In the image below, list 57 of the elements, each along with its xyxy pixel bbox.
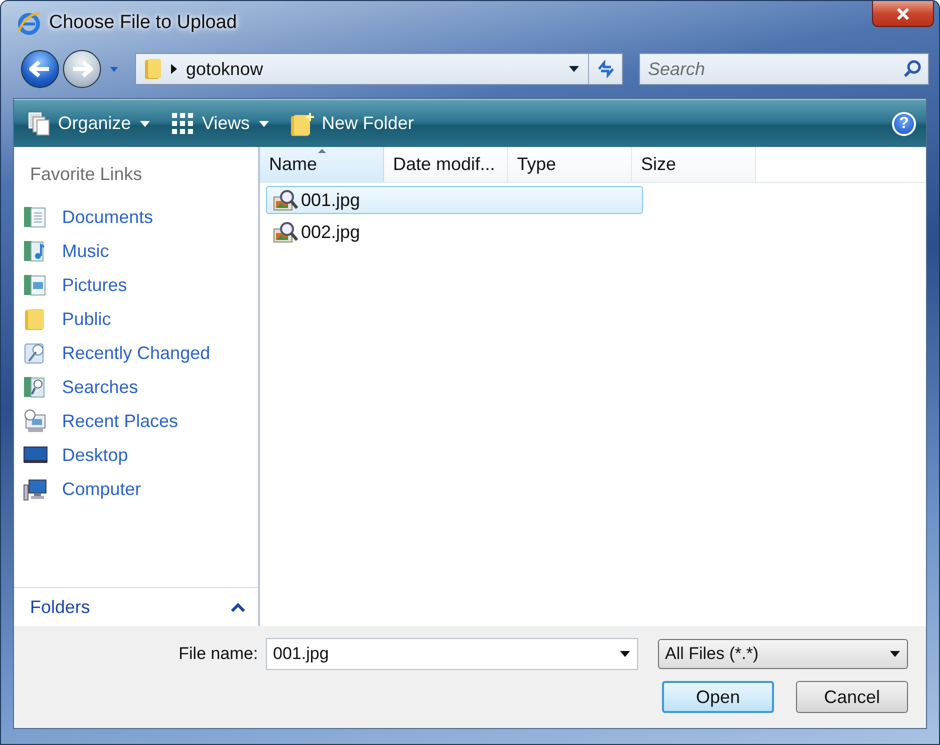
image-file-icon (273, 221, 299, 243)
pages-icon (28, 112, 50, 136)
dialog-button[interactable]: Cancel (796, 681, 908, 713)
favorite-link[interactable]: Desktop (62, 444, 128, 466)
caret-down-icon (889, 650, 901, 658)
caret-down-icon (139, 120, 152, 128)
computer-icon (23, 476, 48, 502)
arrow-right-icon (71, 60, 93, 78)
document-library-icon (23, 204, 48, 230)
file-row[interactable]: 002.jpg (266, 218, 643, 246)
close-button[interactable] (872, 1, 934, 27)
favorite-link[interactable]: Searches (62, 376, 138, 398)
favorite-link[interactable]: Recently Changed (62, 342, 210, 364)
dialog-button[interactable]: Open (662, 681, 774, 713)
favorite-link[interactable]: Public (62, 308, 112, 330)
search-icon (902, 59, 922, 79)
caret-down-icon (568, 65, 580, 73)
toolbar-button[interactable]: New Folder (288, 108, 416, 140)
grid-icon (171, 112, 194, 135)
section-heading: Favorite Links (29, 163, 144, 186)
column-header[interactable]: Size (632, 147, 756, 182)
caret-down-icon (258, 120, 270, 128)
favorite-link[interactable]: Pictures (62, 274, 128, 296)
file-name-field[interactable]: 001.jpg (266, 638, 638, 670)
folders-toggle[interactable]: Folders (30, 596, 90, 618)
address-path: gotoknow (186, 58, 264, 80)
column-header[interactable]: Date modif... (384, 147, 508, 182)
sort-arrow-icon (316, 148, 326, 154)
favorite-link[interactable]: Documents (62, 206, 154, 228)
column-header[interactable]: Type (508, 147, 632, 182)
column-header[interactable]: Name (260, 147, 384, 182)
file-type-dropdown[interactable]: All Files (*.*) (658, 639, 908, 669)
new-folder-icon (290, 112, 314, 136)
caret-down-icon (619, 650, 631, 658)
caret-down-icon (109, 65, 119, 73)
file-name: 001.jpg (301, 190, 360, 210)
file-name: 002.jpg (301, 222, 360, 242)
favorite-link[interactable]: Recent Places (62, 410, 178, 432)
forward-button[interactable] (63, 50, 101, 88)
recent-places-icon (23, 408, 48, 434)
folder-icon (144, 57, 162, 81)
search-field[interactable]: Search (639, 53, 929, 85)
field-label: File name: (178, 644, 258, 664)
favorite-link[interactable]: Computer (62, 478, 142, 500)
toolbar-button[interactable]: Organize (26, 108, 154, 140)
picture-library-icon (23, 272, 48, 298)
toolbar-button[interactable]: Views (169, 108, 272, 139)
image-file-icon (273, 189, 299, 211)
caret-right-icon (170, 63, 178, 75)
back-button[interactable] (21, 50, 59, 88)
browser-icon (17, 11, 41, 35)
favorite-link[interactable]: Music (62, 240, 110, 262)
arrow-left-icon (29, 60, 51, 78)
window-title: Choose File to Upload (49, 12, 237, 34)
close-icon (895, 6, 911, 20)
file-row[interactable]: 001.jpg (266, 186, 643, 214)
address-bar[interactable]: gotoknow (135, 53, 623, 85)
